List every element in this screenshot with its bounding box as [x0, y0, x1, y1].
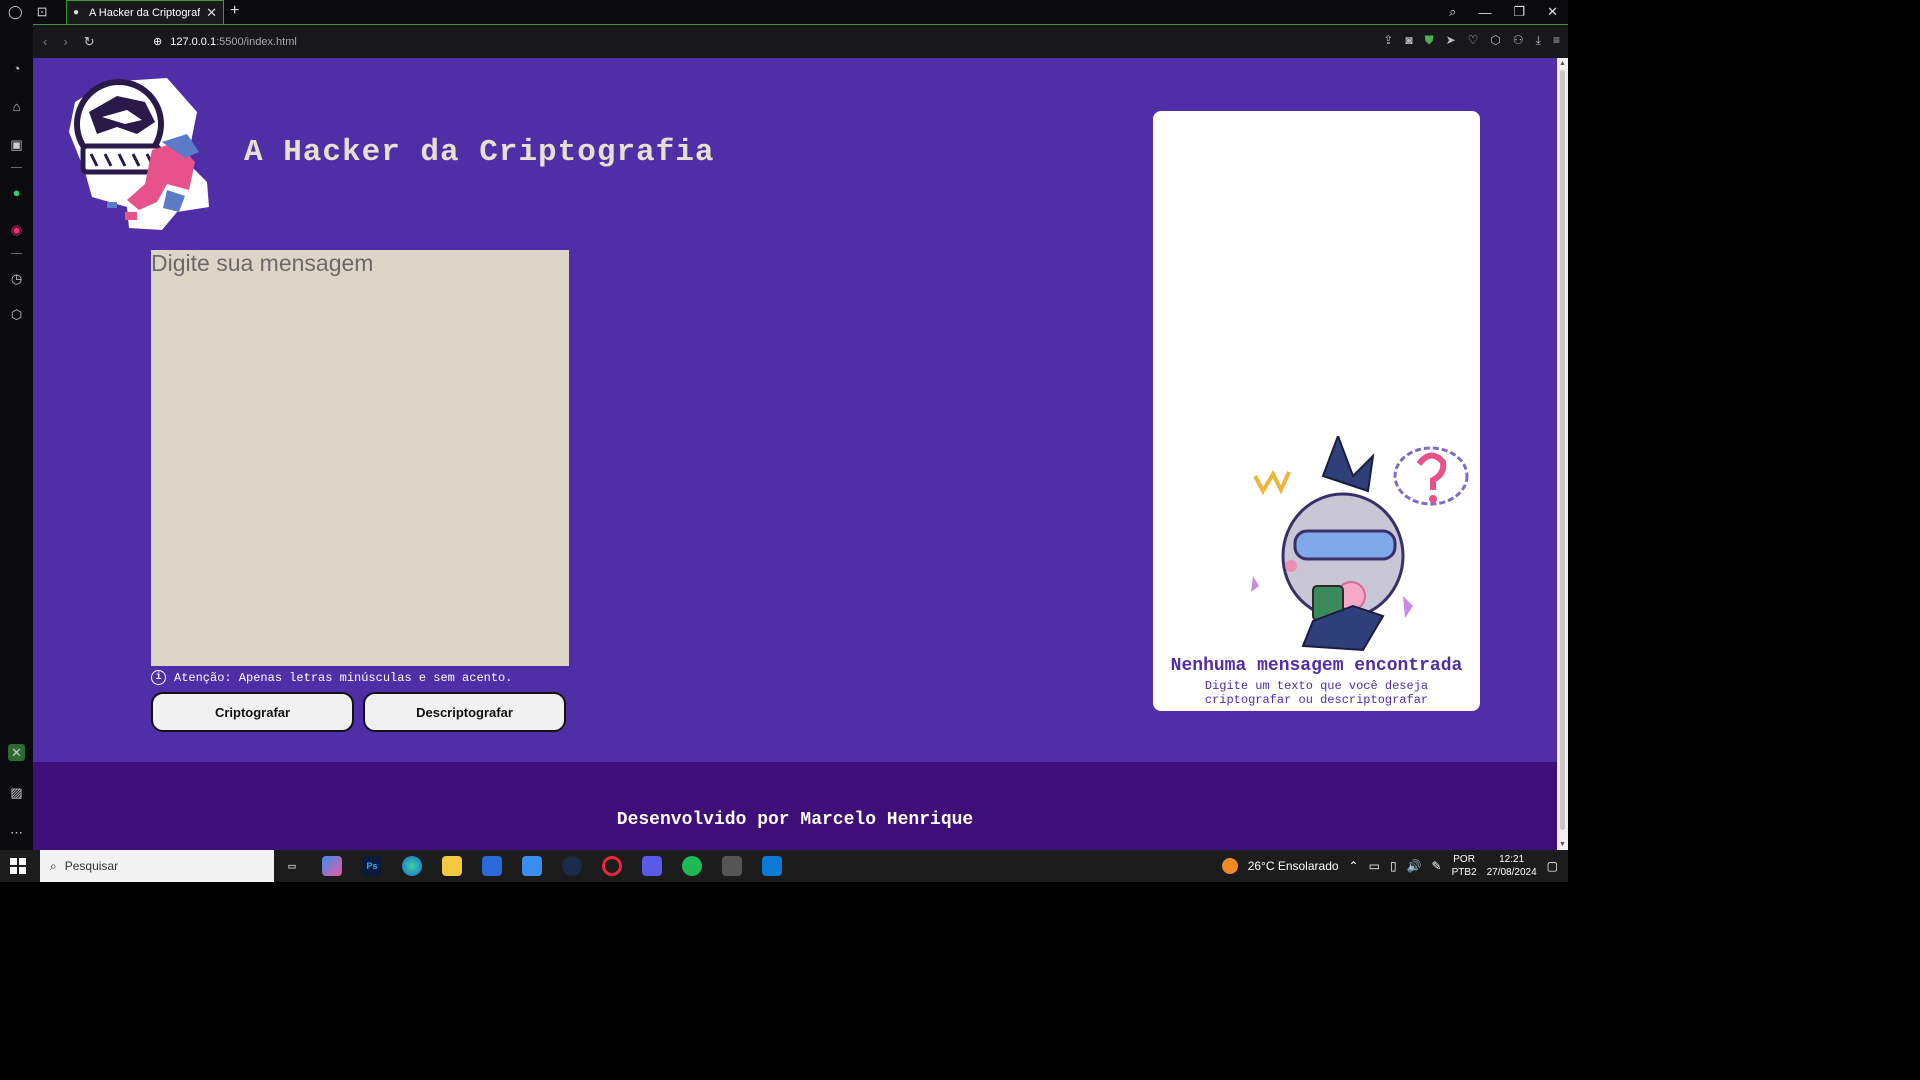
back-icon[interactable]: ‹ — [43, 34, 47, 50]
copilot-icon[interactable] — [322, 856, 342, 876]
toolbar-right: ⇪ ◙ ⛊ ➤ ♡ ⬡ ⚇ ⤓ ≡ — [1383, 33, 1560, 48]
spotify-icon[interactable] — [682, 856, 702, 876]
output-title: Nenhuma mensagem encontrada — [1170, 656, 1463, 676]
vscode-icon[interactable] — [762, 856, 782, 876]
steam-icon[interactable] — [562, 856, 582, 876]
forward-icon[interactable]: › — [63, 34, 67, 50]
decrypt-button[interactable]: Descriptografar — [363, 692, 566, 732]
send-icon[interactable]: ➤ — [1446, 33, 1456, 48]
site-info-icon[interactable]: ⊕ — [153, 35, 162, 48]
url-host: 127.0.0.1 — [170, 35, 217, 48]
profile-icon[interactable]: ⚇ — [1513, 33, 1524, 48]
windows-taskbar: ⌕ Pesquisar ▭ Ps 26°C Ensolarado ⌃ ▭ ▯ 🔊… — [0, 850, 1568, 882]
search-icon: ⌕ — [50, 858, 57, 873]
language-code: POR — [1453, 854, 1475, 865]
network-icon[interactable]: ▭ — [1369, 859, 1380, 873]
reload-icon[interactable]: ↻ — [84, 34, 95, 50]
url-path: :5500/index.html — [216, 35, 297, 48]
extensions-icon[interactable]: ⬡ — [1490, 33, 1500, 48]
encrypt-button[interactable]: Criptografar — [151, 692, 354, 732]
clock-date: 27/08/2024 — [1486, 867, 1537, 878]
snapshot-icon[interactable]: ◙ — [1405, 33, 1412, 48]
task-view-icon[interactable]: ▭ — [282, 856, 302, 876]
warning-text: Atenção: Apenas letras minúsculas e sem … — [174, 670, 513, 685]
favicon-icon: ● — [73, 6, 80, 18]
windows-start-icon[interactable] — [10, 858, 26, 874]
restore-button[interactable]: ❐ — [1513, 4, 1525, 20]
tab-search-icon[interactable]: ⌕ — [1449, 4, 1456, 20]
tray-chevron-icon[interactable]: ⌃ — [1349, 859, 1359, 873]
taskbar-search[interactable]: ⌕ Pesquisar — [40, 850, 274, 882]
weather-text[interactable]: 26°C Ensolarado — [1248, 859, 1339, 873]
nav-buttons: ‹ › ↻ — [33, 34, 153, 50]
adblock-shield-icon[interactable]: ⛊ — [1425, 33, 1434, 48]
info-icon: i — [151, 670, 166, 685]
device-icon[interactable]: ▯ — [1390, 859, 1397, 873]
output-subtitle: Digite um texto que você deseja criptogr… — [1204, 679, 1429, 707]
download-icon[interactable]: ⤓ — [1536, 33, 1541, 48]
volume-icon[interactable]: 🔊 — [1407, 859, 1422, 873]
system-tray: 26°C Ensolarado ⌃ ▭ ▯ 🔊 ✎ POR PTB2 12:21… — [1221, 850, 1558, 882]
tab-close-icon[interactable]: ✕ — [206, 5, 217, 21]
tab-strip-left: ◯ ⊡ — [0, 0, 64, 24]
ai-icon[interactable]: ▣ — [8, 136, 25, 153]
tab-title: A Hacker da Criptografia — [89, 6, 201, 19]
mascot-illustration-icon — [1251, 436, 1469, 652]
menu-icon[interactable]: ≡ — [1553, 33, 1560, 48]
gallery-icon[interactable]: ▨ — [8, 784, 25, 801]
clock-time: 12:21 — [1499, 854, 1525, 865]
app-icon[interactable] — [642, 856, 662, 876]
opera-taskbar-icon[interactable] — [602, 856, 622, 876]
scrollbar-thumb[interactable] — [1560, 70, 1565, 830]
instagram-icon[interactable]: ◉ — [8, 221, 25, 238]
store-icon[interactable] — [482, 856, 502, 876]
speed-dial-icon[interactable]: ◔ — [8, 60, 25, 77]
keyboard-layout: PTB2 — [1451, 867, 1477, 878]
window-controls: ⌕ — ❐ ✕ — [1449, 0, 1568, 24]
warning-note: i Atenção: Apenas letras minúsculas e se… — [151, 670, 512, 685]
weather-icon — [1221, 858, 1238, 874]
file-explorer-icon[interactable] — [442, 856, 462, 876]
minimize-button[interactable]: — — [1478, 5, 1491, 20]
workspaces-icon[interactable]: ⊡ — [37, 4, 48, 20]
close-window-button[interactable]: ✕ — [1547, 4, 1558, 20]
sidebar-divider — [11, 167, 22, 168]
browser-sidebar: ◔ ⌂ ▣ ● ◉ ◷ ⬡ ✕ ▨ ⋯ — [0, 24, 33, 850]
scroll-down-icon[interactable]: ▼ — [1559, 841, 1566, 848]
history-icon[interactable]: ◷ — [8, 270, 25, 287]
share-icon[interactable]: ⇪ — [1383, 33, 1393, 48]
active-tab[interactable]: ● A Hacker da Criptografia ✕ — [66, 0, 224, 24]
footer-credit: Desenvolvido por Marcelo Henrique — [616, 810, 974, 830]
mail-icon[interactable] — [522, 856, 542, 876]
game-icon[interactable] — [722, 856, 742, 876]
footer: Desenvolvido por Marcelo Henrique — [33, 762, 1557, 850]
search-placeholder: Pesquisar — [64, 859, 119, 873]
address-bar: ‹ › ↻ ⊕ 127.0.0.1:5500/index.html ⇪ ◙ ⛊ … — [33, 24, 1568, 58]
pen-icon[interactable]: ✎ — [1432, 859, 1442, 873]
shopping-icon[interactable]: ⌂ — [8, 98, 25, 115]
extensions-sidebar-icon[interactable]: ⬡ — [8, 306, 25, 323]
hacker-logo-icon — [69, 78, 209, 230]
page-title: A Hacker da Criptografia — [244, 135, 715, 170]
clock[interactable]: 12:21 27/08/2024 — [1487, 853, 1537, 879]
page-scrollbar[interactable]: ▲ ▼ — [1557, 58, 1568, 850]
edge-icon[interactable] — [402, 856, 422, 876]
whatsapp-icon[interactable]: ● — [8, 184, 25, 201]
bookmark-heart-icon[interactable]: ♡ — [1468, 33, 1479, 48]
notifications-icon[interactable]: ▢ — [1547, 859, 1558, 873]
web-page: A Hacker da Criptografia i Atenção: Apen… — [33, 58, 1557, 850]
language-indicator[interactable]: POR PTB2 — [1452, 853, 1477, 879]
url-field[interactable]: ⊕ 127.0.0.1:5500/index.html — [153, 35, 297, 49]
sidebar-divider-2 — [11, 253, 22, 254]
photoshop-icon[interactable]: Ps — [362, 856, 382, 876]
opera-icon[interactable]: ◯ — [8, 4, 23, 20]
more-icon[interactable]: ⋯ — [8, 824, 25, 841]
taskbar-apps: ▭ Ps — [282, 850, 782, 882]
browser-tab-bar: ◯ ⊡ ● A Hacker da Criptografia ✕ + ⌕ — ❐… — [0, 0, 1568, 24]
new-tab-button[interactable]: + — [230, 2, 239, 20]
message-input[interactable] — [151, 250, 569, 666]
scroll-up-icon[interactable]: ▲ — [1559, 60, 1566, 67]
output-panel: Nenhuma mensagem encontrada Digite um te… — [1153, 111, 1480, 711]
tools-icon[interactable]: ✕ — [8, 744, 25, 761]
